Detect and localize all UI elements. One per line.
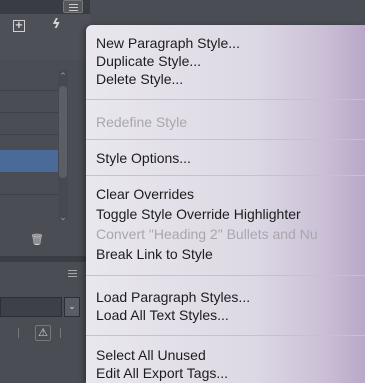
panel-divider — [0, 256, 90, 262]
menu-item-duplicate-style[interactable]: Duplicate Style... — [96, 52, 201, 70]
panel-menu-icon[interactable] — [63, 0, 83, 13]
menu-item-new-paragraph-style[interactable]: New Paragraph Style... — [96, 34, 240, 52]
style-list-row[interactable] — [0, 134, 58, 135]
menu-item-clear-overrides[interactable]: Clear Overrides — [96, 185, 194, 203]
menu-item-select-all-unused[interactable]: Select All Unused — [96, 346, 206, 364]
menu-separator — [86, 139, 365, 140]
style-list-row-selected[interactable] — [0, 150, 58, 172]
menu-item-convert-bullets-and-numbering[interactable]: Convert "Heading 2" Bullets and Nu — [96, 225, 318, 243]
divider — [60, 328, 61, 338]
menu-separator — [86, 175, 365, 176]
panel-dropdown-field[interactable] — [0, 297, 62, 317]
warning-icon[interactable]: ⚠ — [35, 325, 51, 341]
clear-overrides-bolt-icon[interactable]: ϟ — [52, 17, 61, 32]
style-list-row[interactable] — [0, 90, 58, 91]
style-list-row[interactable] — [0, 112, 58, 113]
menu-item-load-paragraph-styles[interactable]: Load Paragraph Styles... — [96, 288, 250, 306]
new-style-group-icon[interactable]: + — [13, 20, 25, 32]
scrollbar-thumb[interactable] — [59, 86, 67, 178]
menu-item-toggle-style-override-highlighter[interactable]: Toggle Style Override Highlighter — [96, 205, 301, 223]
menu-item-style-options[interactable]: Style Options... — [96, 149, 191, 167]
dropdown-chevron-icon[interactable]: ⌄ — [64, 297, 80, 317]
style-list-row[interactable] — [0, 194, 58, 195]
scroll-down-icon[interactable]: ⌄ — [58, 213, 68, 223]
menu-item-break-link-to-style[interactable]: Break Link to Style — [96, 245, 213, 263]
menu-item-edit-all-export-tags[interactable]: Edit All Export Tags... — [96, 364, 228, 382]
scroll-up-icon[interactable]: ⌃ — [58, 72, 68, 82]
panel-menu-icon[interactable] — [66, 270, 80, 278]
menu-separator — [86, 335, 365, 336]
menu-separator — [86, 99, 365, 100]
menu-item-delete-style[interactable]: Delete Style... — [96, 70, 183, 88]
menu-item-redefine-style[interactable]: Redefine Style — [96, 113, 187, 131]
paragraph-styles-context-menu: New Paragraph Style... Duplicate Style..… — [86, 25, 365, 383]
divider — [18, 328, 19, 338]
menu-separator — [86, 275, 365, 276]
delete-trash-icon[interactable]: 🗑 — [30, 233, 44, 246]
menu-item-load-all-text-styles[interactable]: Load All Text Styles... — [96, 306, 229, 324]
